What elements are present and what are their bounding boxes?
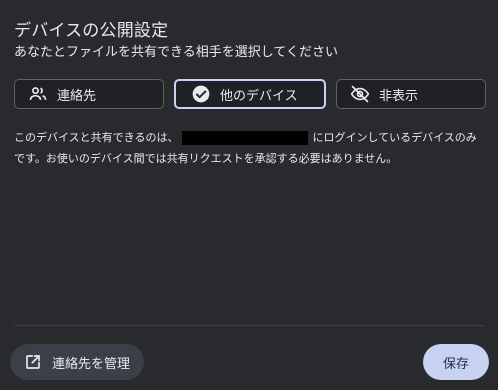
description-before: このデバイスと共有できるのは、: [14, 131, 179, 144]
visibility-options: 連絡先 他のデバイス 非表示: [14, 79, 486, 109]
open-in-new-icon: [24, 353, 42, 371]
people-icon: [27, 83, 49, 105]
dialog-title: デバイスの公開設定: [14, 21, 169, 41]
save-button[interactable]: 保存: [423, 344, 489, 380]
dialog-subtitle: あなたとファイルを共有できる相手を選択してください: [14, 45, 338, 60]
option-other-devices-label: 他のデバイス: [220, 88, 298, 104]
check-circle-icon: [190, 83, 212, 105]
visibility-dialog: デバイスの公開設定 あなたとファイルを共有できる相手を選択してください 連絡先: [0, 0, 498, 390]
option-contacts-label: 連絡先: [57, 88, 97, 104]
manage-contacts-label: 連絡先を管理: [52, 356, 131, 372]
description-text: このデバイスと共有できるのは、 にログインしているデバイスのみです。お使いのデバイ…: [14, 127, 484, 169]
eye-off-icon: [349, 83, 371, 105]
manage-contacts-button[interactable]: 連絡先を管理: [10, 344, 144, 380]
option-hidden[interactable]: 非表示: [336, 79, 486, 109]
redacted-account: [182, 131, 309, 145]
option-hidden-label: 非表示: [379, 88, 419, 104]
footer-divider: [14, 325, 484, 326]
option-contacts[interactable]: 連絡先: [14, 79, 164, 109]
option-other-devices[interactable]: 他のデバイス: [174, 79, 326, 109]
